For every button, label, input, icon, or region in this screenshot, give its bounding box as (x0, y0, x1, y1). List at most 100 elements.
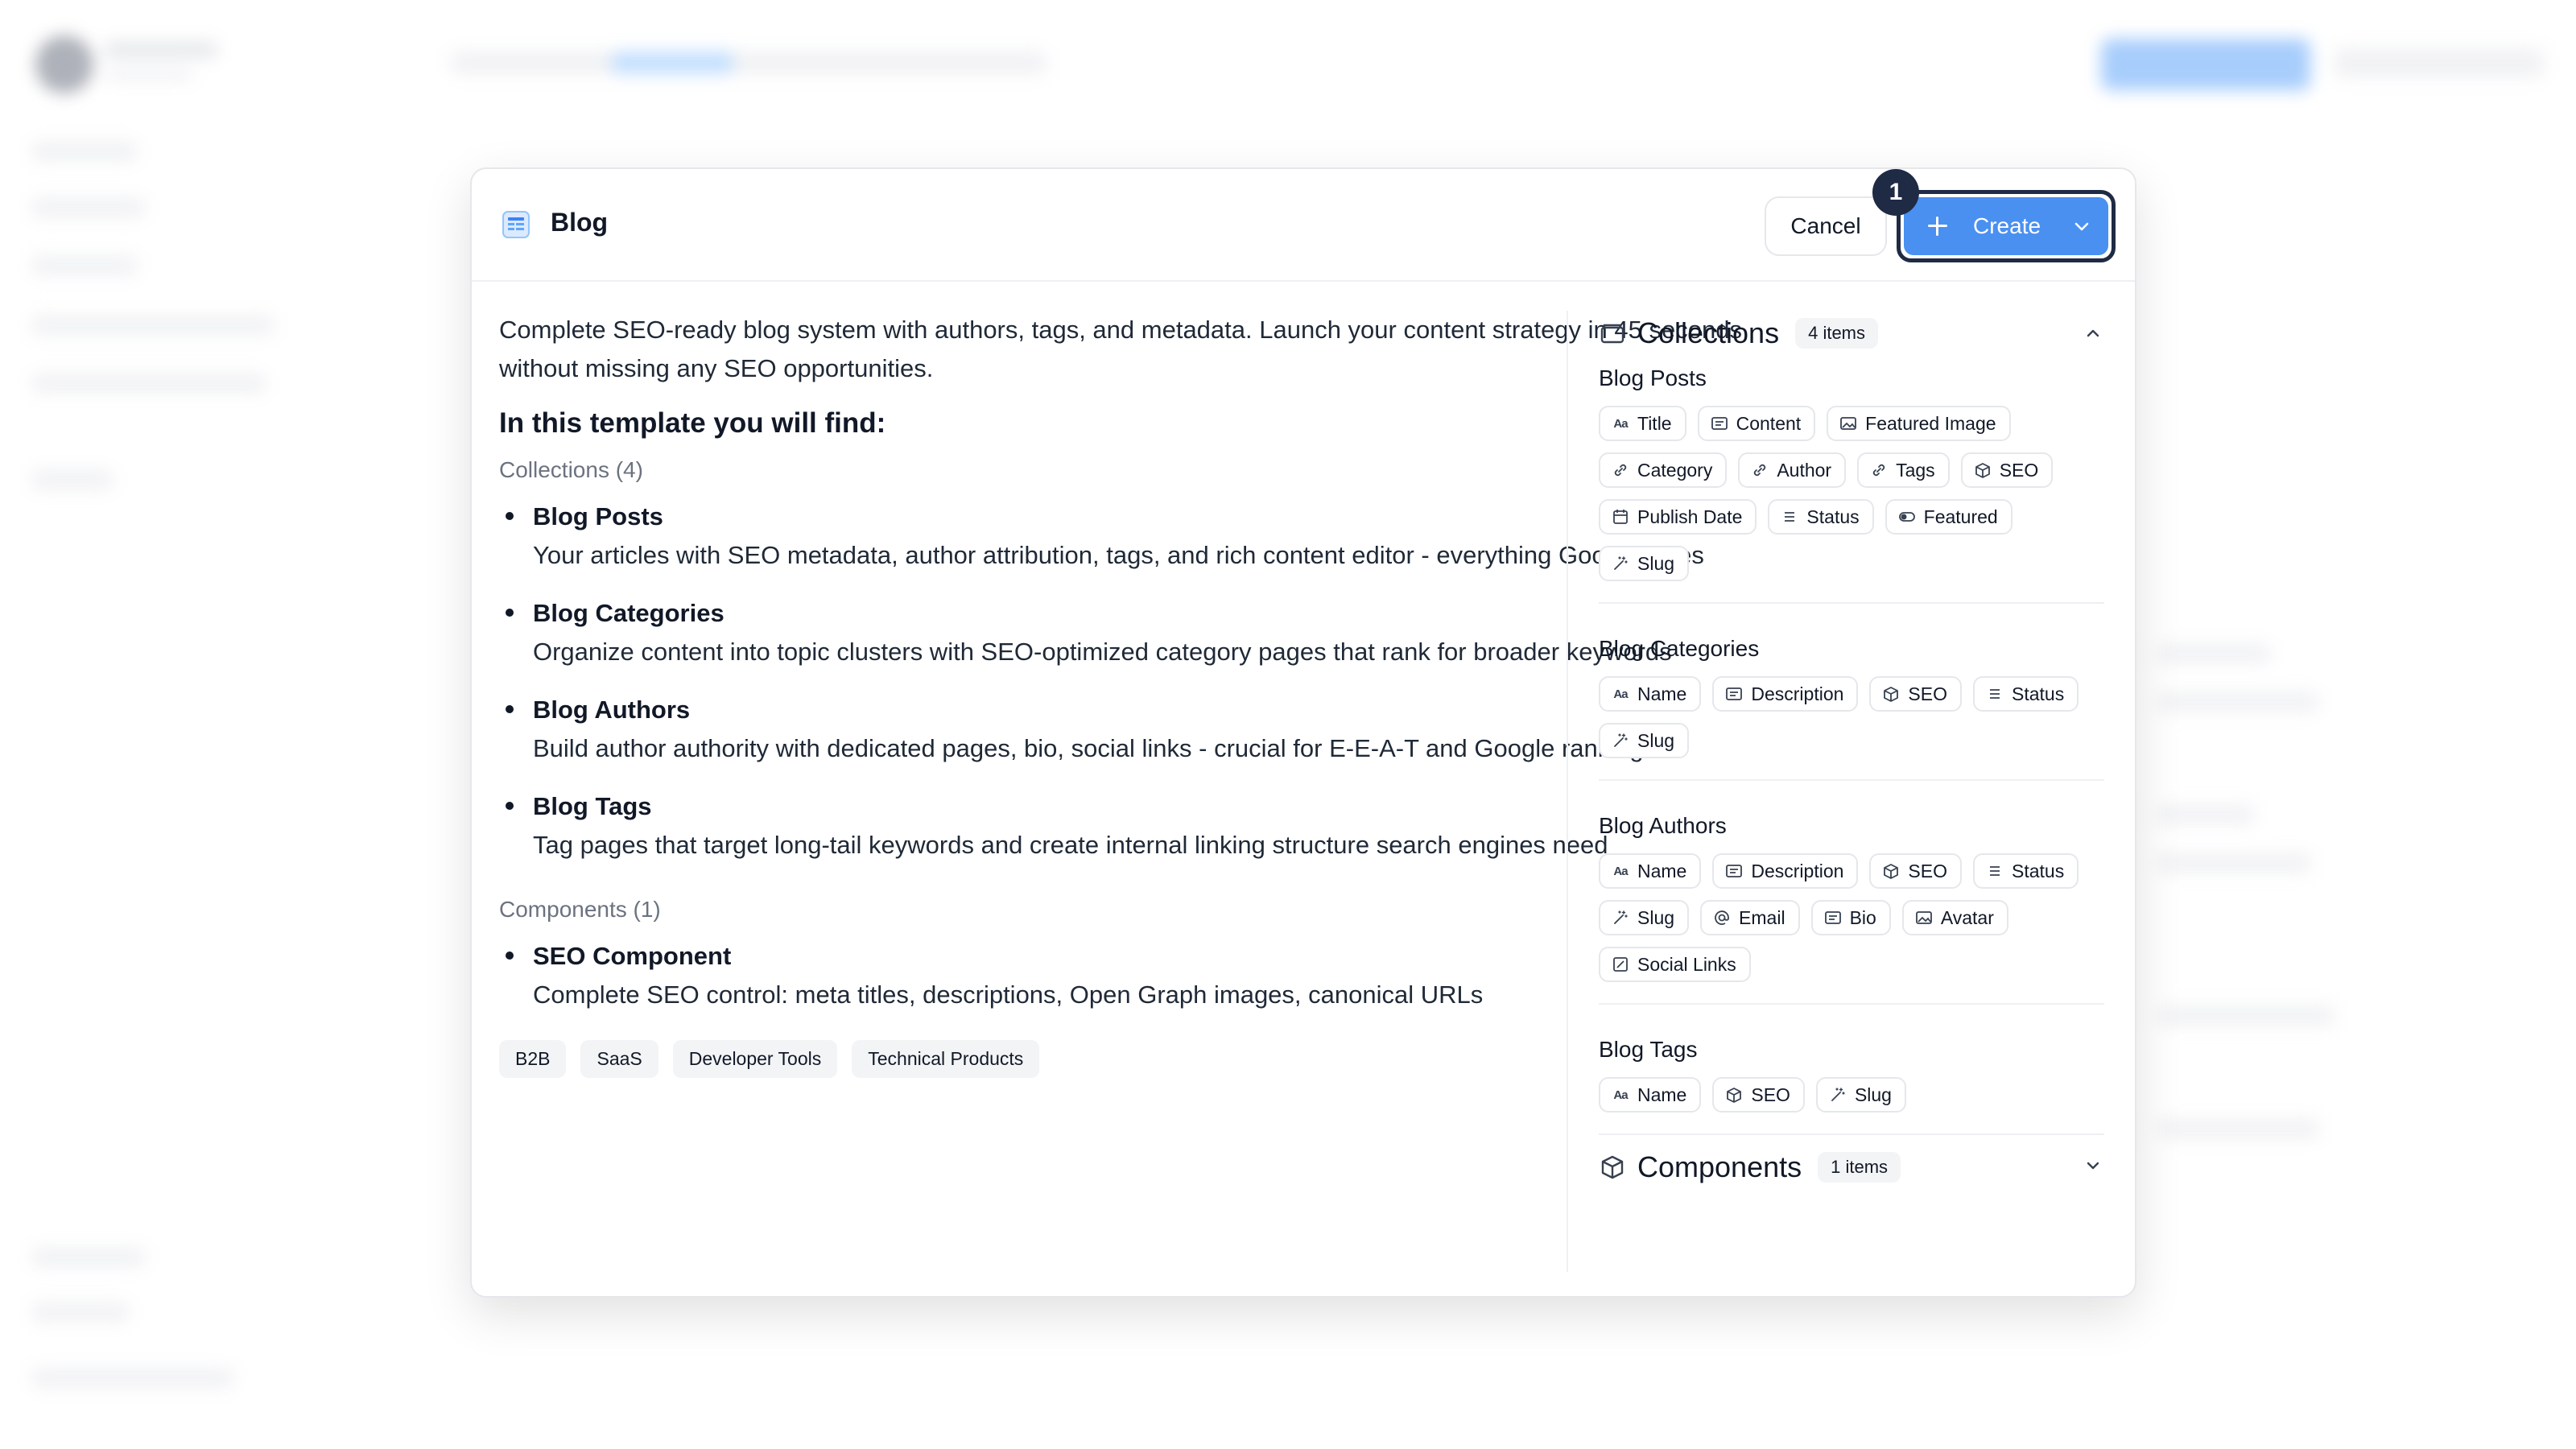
component-icon (1974, 461, 1992, 479)
field-chip: Slug (1599, 900, 1690, 935)
chevron-down-icon[interactable] (2071, 216, 2092, 237)
field-label: Tags (1896, 459, 1935, 481)
field-label: Featured (1923, 506, 1998, 527)
calendar-icon (1612, 508, 1629, 526)
list-item-title: Blog Categories (533, 599, 724, 627)
magic-wand-icon (1612, 732, 1629, 749)
field-label: SEO (1751, 1084, 1790, 1105)
list-icon (1986, 685, 2004, 703)
modal-header: Blog Cancel 1 Create (472, 169, 2135, 282)
field-chip: Tags (1857, 452, 1950, 488)
components-section-header[interactable]: Components 1 items (1599, 1143, 2104, 1191)
richtext-icon (1725, 685, 1743, 703)
collection-group-title: Blog Posts (1599, 365, 1707, 390)
field-chip: SEO (1869, 676, 1962, 712)
bg-sidebar-item (32, 374, 266, 393)
field-label: Slug (1637, 729, 1675, 751)
cancel-button[interactable]: Cancel (1765, 196, 1887, 256)
bg-sidebar-item (32, 142, 137, 161)
tag-chip: SaaS (580, 1040, 658, 1078)
json-icon (1612, 956, 1629, 973)
field-chip: Status (1972, 676, 2079, 712)
richtext-icon (1711, 415, 1728, 432)
field-list: Aa Name Description SEO Status Slug (1599, 676, 2104, 758)
field-chip: Social Links (1599, 947, 1751, 982)
field-chip: Bio (1810, 900, 1891, 935)
bg-breadcrumb (451, 52, 1046, 74)
template-intro: Complete SEO-ready blog system with auth… (499, 316, 1742, 382)
field-chip: Featured (1885, 499, 2013, 535)
collections-section-header[interactable]: Collections 4 items (1599, 311, 2104, 356)
structure-panel: Collections 4 items Blog Posts Aa Title Con… (1599, 311, 2104, 1191)
bg-content-line (2157, 1006, 2334, 1026)
at-icon (1713, 909, 1731, 927)
field-label: Slug (1854, 1084, 1892, 1105)
richtext-icon (1824, 909, 1842, 927)
field-list: Aa Name SEO Slug (1599, 1077, 2104, 1113)
field-label: SEO (1908, 683, 1947, 704)
plus-icon (1926, 215, 1949, 237)
tag-chip: B2B (499, 1040, 567, 1078)
collection-group-title: Blog Categories (1599, 636, 1760, 661)
field-label: Featured Image (1865, 412, 1996, 434)
text-icon: Aa (1613, 864, 1628, 878)
bg-sidebar-item (32, 198, 145, 217)
bg-sidebar-item (32, 256, 137, 275)
field-chip: Aa Name (1599, 853, 1702, 889)
bg-primary-button (2101, 39, 2310, 90)
field-chip: Status (1768, 499, 1874, 535)
modal-title: Blog (551, 208, 609, 237)
magic-wand-icon (1612, 909, 1629, 927)
collection-group: Blog Posts Aa Title Content Featured Image Ca… (1599, 356, 2104, 604)
list-item-title: SEO Component (533, 942, 732, 970)
components-title: Components (1637, 1150, 1802, 1183)
list-icon (1986, 862, 2004, 880)
field-chip: Featured Image (1827, 406, 2011, 441)
field-label: Status (2011, 683, 2065, 704)
field-list: Aa Title Content Featured Image Category Auth… (1599, 406, 2104, 581)
image-icon (1839, 415, 1857, 432)
field-chip: Slug (1599, 723, 1690, 758)
text-icon: Aa (1613, 416, 1628, 431)
collections-title: Collections (1637, 316, 1780, 349)
collections-list: Blog Posts Your articles with SEO metada… (499, 497, 1779, 865)
template-modal: Blog Cancel 1 Create Complete SEO-ready … (470, 167, 2136, 1298)
collections-icon (1600, 324, 1624, 344)
tag-chip: Developer Tools (672, 1040, 838, 1078)
field-chip: Aa Name (1599, 1077, 1702, 1113)
bg-sidebar-item (32, 1248, 145, 1267)
component-icon (1725, 1086, 1743, 1104)
list-item-desc: Build author authority with dedicated pa… (533, 734, 1657, 762)
field-chip: Status (1972, 853, 2079, 889)
field-label: Status (1806, 506, 1860, 527)
chevron-up-icon[interactable] (2082, 322, 2104, 345)
link-icon (1870, 461, 1888, 479)
column-divider (1567, 311, 1568, 1272)
find-heading: In this template you will find: (499, 407, 886, 439)
bg-content-line (2157, 644, 2270, 663)
cube-icon (1601, 1155, 1624, 1179)
bg-secondary-button (2334, 48, 2544, 77)
list-item: SEO Component Complete SEO control: meta… (499, 937, 1779, 1014)
link-icon (1612, 461, 1629, 479)
create-button[interactable]: Create (1904, 197, 2108, 255)
template-tags: B2B SaaS Developer Tools Technical Produ… (499, 1040, 1779, 1078)
bg-content-line (2157, 1119, 2318, 1138)
bg-logo-subtext (105, 69, 193, 80)
toggle-icon (1898, 508, 1916, 526)
field-chip: Slug (1599, 546, 1690, 581)
collection-group: Blog Tags Aa Name SEO Slug (1599, 1027, 2104, 1135)
field-label: Author (1777, 459, 1832, 481)
field-chip: Category (1599, 452, 1728, 488)
field-label: Social Links (1637, 953, 1736, 975)
bg-sidebar-item (32, 316, 274, 335)
field-label: Email (1739, 906, 1785, 928)
step-badge: 1 (1872, 169, 1919, 216)
list-item-title: Blog Authors (533, 696, 691, 724)
list-item-desc: Organize content into topic clusters wit… (533, 638, 1672, 666)
field-label: Content (1736, 412, 1802, 434)
field-label: SEO (1908, 860, 1947, 881)
field-chip: Description (1712, 676, 1859, 712)
chevron-down-icon[interactable] (2082, 1154, 2104, 1177)
field-label: Slug (1637, 552, 1675, 574)
